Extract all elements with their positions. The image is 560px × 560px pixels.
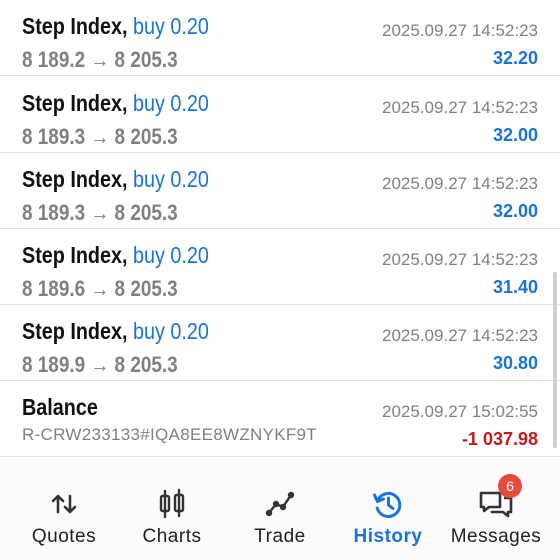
deal-side: buy 0.20 (133, 13, 209, 39)
deal-symbol: Step Index, (22, 166, 128, 192)
nav-label-charts: Charts (142, 526, 202, 547)
deal-time: 2025.09.27 14:52:23 (382, 98, 538, 117)
balance-amount: -1 037.98 (461, 429, 538, 449)
history-icon (368, 484, 408, 524)
deal-title: Step Index, buy 0.20 (22, 89, 209, 117)
deal-prices: 8 189.9 → 8 205.3 (22, 352, 178, 377)
balance-label: Balance (22, 394, 98, 420)
charts-icon (152, 484, 192, 524)
deal-side: buy 0.20 (133, 166, 209, 192)
deal-time: 2025.09.27 14:52:23 (382, 326, 538, 345)
deal-title: Step Index, buy 0.20 (22, 241, 209, 269)
scrollbar[interactable] (553, 272, 557, 448)
deal-side: buy 0.20 (133, 242, 209, 268)
nav-item-trade[interactable]: Trade (224, 462, 336, 560)
deal-prices: 8 189.2 → 8 205.3 (22, 47, 178, 72)
deal-side: buy 0.20 (133, 318, 209, 344)
deal-symbol: Step Index, (22, 318, 128, 344)
deal-profit: 30.80 (492, 353, 538, 373)
nav-label-quotes: Quotes (31, 526, 97, 547)
deal-symbol: Step Index, (22, 13, 128, 39)
deal-symbol: Step Index, (22, 90, 128, 116)
deal-row[interactable]: Step Index, buy 0.20 8 189.2 → 8 205.3 2… (0, 0, 560, 76)
deal-time: 2025.09.27 14:52:23 (382, 174, 538, 193)
deal-prices: 8 189.3 → 8 205.3 (22, 200, 178, 225)
bottom-navigation: Quotes Charts Trade History 6 Messages (0, 462, 560, 560)
deal-side: buy 0.20 (133, 90, 209, 116)
trade-icon (260, 484, 300, 524)
deal-title: Step Index, buy 0.20 (22, 165, 209, 193)
deal-prices: 8 189.3 → 8 205.3 (22, 124, 178, 149)
deal-profit: 32.00 (492, 125, 538, 145)
balance-row[interactable]: Balance R-CRW233133#IQA8EE8WZNYKF9T 2025… (0, 381, 560, 457)
history-list[interactable]: Step Index, buy 0.20 8 189.2 → 8 205.3 2… (0, 0, 560, 462)
nav-label-history: History (353, 526, 423, 547)
deal-row[interactable]: Step Index, buy 0.20 8 189.3 → 8 205.3 2… (0, 77, 560, 153)
deal-time: 2025.09.27 14:52:23 (382, 250, 538, 269)
nav-item-messages[interactable]: 6 Messages (440, 462, 552, 560)
deal-profit: 32.00 (492, 201, 538, 221)
deal-profit: 32.20 (492, 48, 538, 68)
nav-label-messages: Messages (450, 526, 542, 547)
deal-row[interactable]: Step Index, buy 0.20 8 189.6 → 8 205.3 2… (0, 229, 560, 305)
nav-item-history[interactable]: History (332, 462, 444, 560)
deal-symbol: Step Index, (22, 242, 128, 268)
quotes-icon (44, 484, 84, 524)
deal-row[interactable]: Step Index, buy 0.20 8 189.3 → 8 205.3 2… (0, 153, 560, 229)
unread-badge: 6 (498, 474, 522, 498)
balance-time: 2025.09.27 15:02:55 (382, 402, 538, 421)
nav-item-charts[interactable]: Charts (116, 462, 228, 560)
deal-title: Step Index, buy 0.20 (22, 317, 209, 345)
deal-row[interactable]: Step Index, buy 0.20 8 189.9 → 8 205.3 2… (0, 305, 560, 381)
balance-title: Balance (22, 393, 98, 421)
nav-item-quotes[interactable]: Quotes (8, 462, 120, 560)
deal-title: Step Index, buy 0.20 (22, 12, 209, 40)
deal-time: 2025.09.27 14:52:23 (382, 21, 538, 40)
deal-profit: 31.40 (492, 277, 538, 297)
balance-comment: R-CRW233133#IQA8EE8WZNYKF9T (22, 425, 317, 444)
deal-prices: 8 189.6 → 8 205.3 (22, 276, 178, 301)
nav-label-trade: Trade (254, 526, 306, 547)
